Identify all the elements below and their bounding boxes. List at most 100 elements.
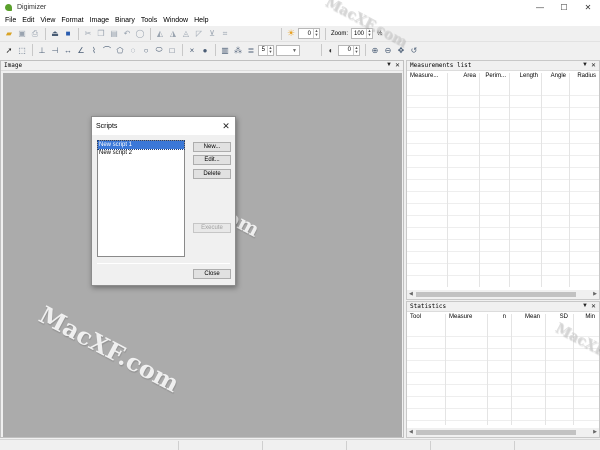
window-title: Digimizer bbox=[17, 3, 47, 11]
contrast-stepper[interactable]: 0 ▲ ▼ bbox=[338, 44, 360, 56]
flip-horizontal-icon[interactable]: ◭ bbox=[154, 28, 166, 40]
close-panel-icon[interactable]: ✕ bbox=[591, 303, 596, 310]
minimize-button[interactable]: — bbox=[528, 0, 552, 14]
stepper-arrows-icon[interactable]: ▲ ▼ bbox=[366, 29, 372, 38]
line-width-stepper[interactable]: 5 ▲ ▼ bbox=[258, 44, 274, 56]
polyline-tool-icon[interactable]: ⌇ bbox=[88, 44, 100, 56]
dialog-close-icon[interactable]: ✕ bbox=[220, 120, 232, 132]
lasso-icon[interactable]: ◯ bbox=[134, 28, 146, 40]
flip-vertical-icon[interactable]: ◮ bbox=[167, 28, 179, 40]
scroll-left-icon[interactable]: ◀ bbox=[409, 429, 413, 435]
marker-tool-icon[interactable]: ⊥ bbox=[36, 44, 48, 56]
rectangle-tool-icon[interactable]: □ bbox=[166, 44, 178, 56]
zoom-out-icon[interactable]: ⊖ bbox=[382, 44, 394, 56]
column-header-measure[interactable]: Measure... bbox=[407, 73, 447, 83]
menu-help[interactable]: Help bbox=[191, 17, 211, 24]
column-header-radius[interactable]: Radius bbox=[569, 73, 599, 83]
brightness-stepper[interactable]: 0 ▲ ▼ bbox=[298, 28, 320, 39]
color-dropdown[interactable]: ▼ bbox=[276, 44, 300, 56]
close-window-button[interactable]: ✕ bbox=[576, 0, 600, 14]
circle-tool-icon[interactable]: ○ bbox=[140, 44, 152, 56]
crop-icon[interactable]: ⌗ bbox=[219, 28, 231, 40]
profile-tool-icon[interactable]: ▥ bbox=[219, 44, 231, 56]
list-item[interactable]: New script 2 bbox=[98, 149, 184, 157]
column-header-angle[interactable]: Angle bbox=[541, 73, 569, 83]
column-header-mean[interactable]: Mean bbox=[511, 314, 545, 324]
column-header-sd[interactable]: SD bbox=[545, 314, 573, 324]
tools-toolbar: ➚ ⬚ ⊥ ⊣ ↔ ∠ ⌇ ⌒ ⬠ ◌ ○ ⬭ □ × ● ▥ ⁂ ≣ 5 ▲ ▼… bbox=[0, 42, 600, 58]
pan-icon[interactable]: ✥ bbox=[395, 44, 407, 56]
ellipse-tool-icon[interactable]: ⬭ bbox=[153, 44, 165, 56]
text-tool-icon[interactable]: ⁂ bbox=[232, 44, 244, 56]
menu-view[interactable]: View bbox=[37, 17, 58, 24]
cut-icon[interactable]: ✂ bbox=[82, 28, 94, 40]
closed-curve-tool-icon[interactable]: ◌ bbox=[127, 44, 139, 56]
zoom-stepper[interactable]: 100 ▲ ▼ bbox=[351, 28, 374, 39]
horizontal-scrollbar[interactable]: ◀ ▶ bbox=[407, 290, 599, 299]
rotate-left-icon[interactable]: ◬ bbox=[180, 28, 192, 40]
new-script-button[interactable]: New... bbox=[193, 142, 231, 152]
column-divider bbox=[445, 314, 446, 425]
statistics-panel: Statistics ▼ ✕ Tool Measure n Mean SD Mi… bbox=[406, 301, 600, 438]
undo-icon[interactable]: ↶ bbox=[121, 28, 133, 40]
save-icon[interactable]: ▣ bbox=[16, 28, 28, 40]
print-icon[interactable]: ⎙ bbox=[29, 28, 41, 40]
rotate-right-icon[interactable]: ◸ bbox=[193, 28, 205, 40]
angle-tool-icon[interactable]: ∠ bbox=[75, 44, 87, 56]
pin-icon[interactable]: ▼ bbox=[386, 62, 392, 69]
scroll-right-icon[interactable]: ▶ bbox=[593, 429, 597, 435]
scroll-right-icon[interactable]: ▶ bbox=[593, 291, 597, 297]
column-header-tool[interactable]: Tool bbox=[407, 314, 445, 324]
close-dialog-button[interactable]: Close bbox=[193, 269, 231, 279]
column-header-length[interactable]: Length bbox=[509, 73, 541, 83]
copy-icon[interactable]: ❐ bbox=[95, 28, 107, 40]
column-header-area[interactable]: Area bbox=[447, 73, 479, 83]
menu-edit[interactable]: Edit bbox=[19, 17, 37, 24]
pin-icon[interactable]: ▼ bbox=[582, 62, 588, 69]
straighten-icon[interactable]: ⊻ bbox=[206, 28, 218, 40]
dot-tool-icon[interactable]: ● bbox=[199, 44, 211, 56]
zoom-in-icon[interactable]: ⊕ bbox=[369, 44, 381, 56]
stepper-arrows-icon[interactable]: ▲ ▼ bbox=[313, 29, 319, 38]
list-item[interactable]: New script 1 bbox=[97, 140, 185, 150]
menu-format[interactable]: Format bbox=[58, 17, 86, 24]
maximize-button[interactable]: ☐ bbox=[552, 0, 576, 14]
execute-script-button[interactable]: Execute bbox=[193, 223, 231, 233]
point-tool-icon[interactable]: × bbox=[186, 44, 198, 56]
edit-script-button[interactable]: Edit... bbox=[193, 155, 231, 165]
reset-zoom-icon[interactable]: ↺ bbox=[408, 44, 420, 56]
delete-script-button[interactable]: Delete bbox=[193, 169, 231, 179]
polygon-tool-icon[interactable]: ⬠ bbox=[114, 44, 126, 56]
paste-icon[interactable]: ▤ bbox=[108, 28, 120, 40]
scrollbar-thumb[interactable] bbox=[416, 292, 576, 297]
toolbar-separator bbox=[325, 27, 326, 40]
measurements-panel-title: Measurements list bbox=[410, 62, 472, 69]
stepper-arrows-icon[interactable]: ▲ ▼ bbox=[353, 45, 359, 55]
close-panel-icon[interactable]: ✕ bbox=[591, 62, 596, 69]
menu-tools[interactable]: Tools bbox=[138, 17, 160, 24]
column-header-n[interactable]: n bbox=[487, 314, 511, 324]
close-panel-icon[interactable]: ✕ bbox=[395, 62, 400, 69]
curve-tool-icon[interactable]: ⌒ bbox=[101, 44, 113, 56]
zoom-value: 100 bbox=[354, 30, 365, 37]
stepper-arrows-icon[interactable]: ▲ ▼ bbox=[267, 45, 273, 55]
scrollbar-thumb[interactable] bbox=[416, 430, 576, 435]
line-tool-icon[interactable]: ⊣ bbox=[49, 44, 61, 56]
pin-icon[interactable]: ▼ bbox=[582, 303, 588, 310]
scanner-icon[interactable]: ⏏ bbox=[49, 28, 61, 40]
menu-image[interactable]: Image bbox=[87, 17, 112, 24]
camera-icon[interactable]: ■ bbox=[62, 28, 74, 40]
column-header-perimeter[interactable]: Perim... bbox=[479, 73, 509, 83]
column-header-min[interactable]: Min bbox=[573, 314, 599, 324]
menu-window[interactable]: Window bbox=[160, 17, 191, 24]
menu-file[interactable]: File bbox=[2, 17, 19, 24]
menu-binary[interactable]: Binary bbox=[112, 17, 138, 24]
horizontal-scrollbar[interactable]: ◀ ▶ bbox=[407, 428, 599, 437]
pointer-tool-icon[interactable]: ➚ bbox=[3, 44, 15, 56]
select-area-tool-icon[interactable]: ⬚ bbox=[16, 44, 28, 56]
open-folder-icon[interactable]: ▰ bbox=[3, 28, 15, 40]
scripts-list[interactable]: New script 1 New script 2 bbox=[97, 140, 185, 257]
scroll-left-icon[interactable]: ◀ bbox=[409, 291, 413, 297]
column-header-measure[interactable]: Measure bbox=[445, 314, 487, 324]
distance-tool-icon[interactable]: ↔ bbox=[62, 44, 74, 56]
